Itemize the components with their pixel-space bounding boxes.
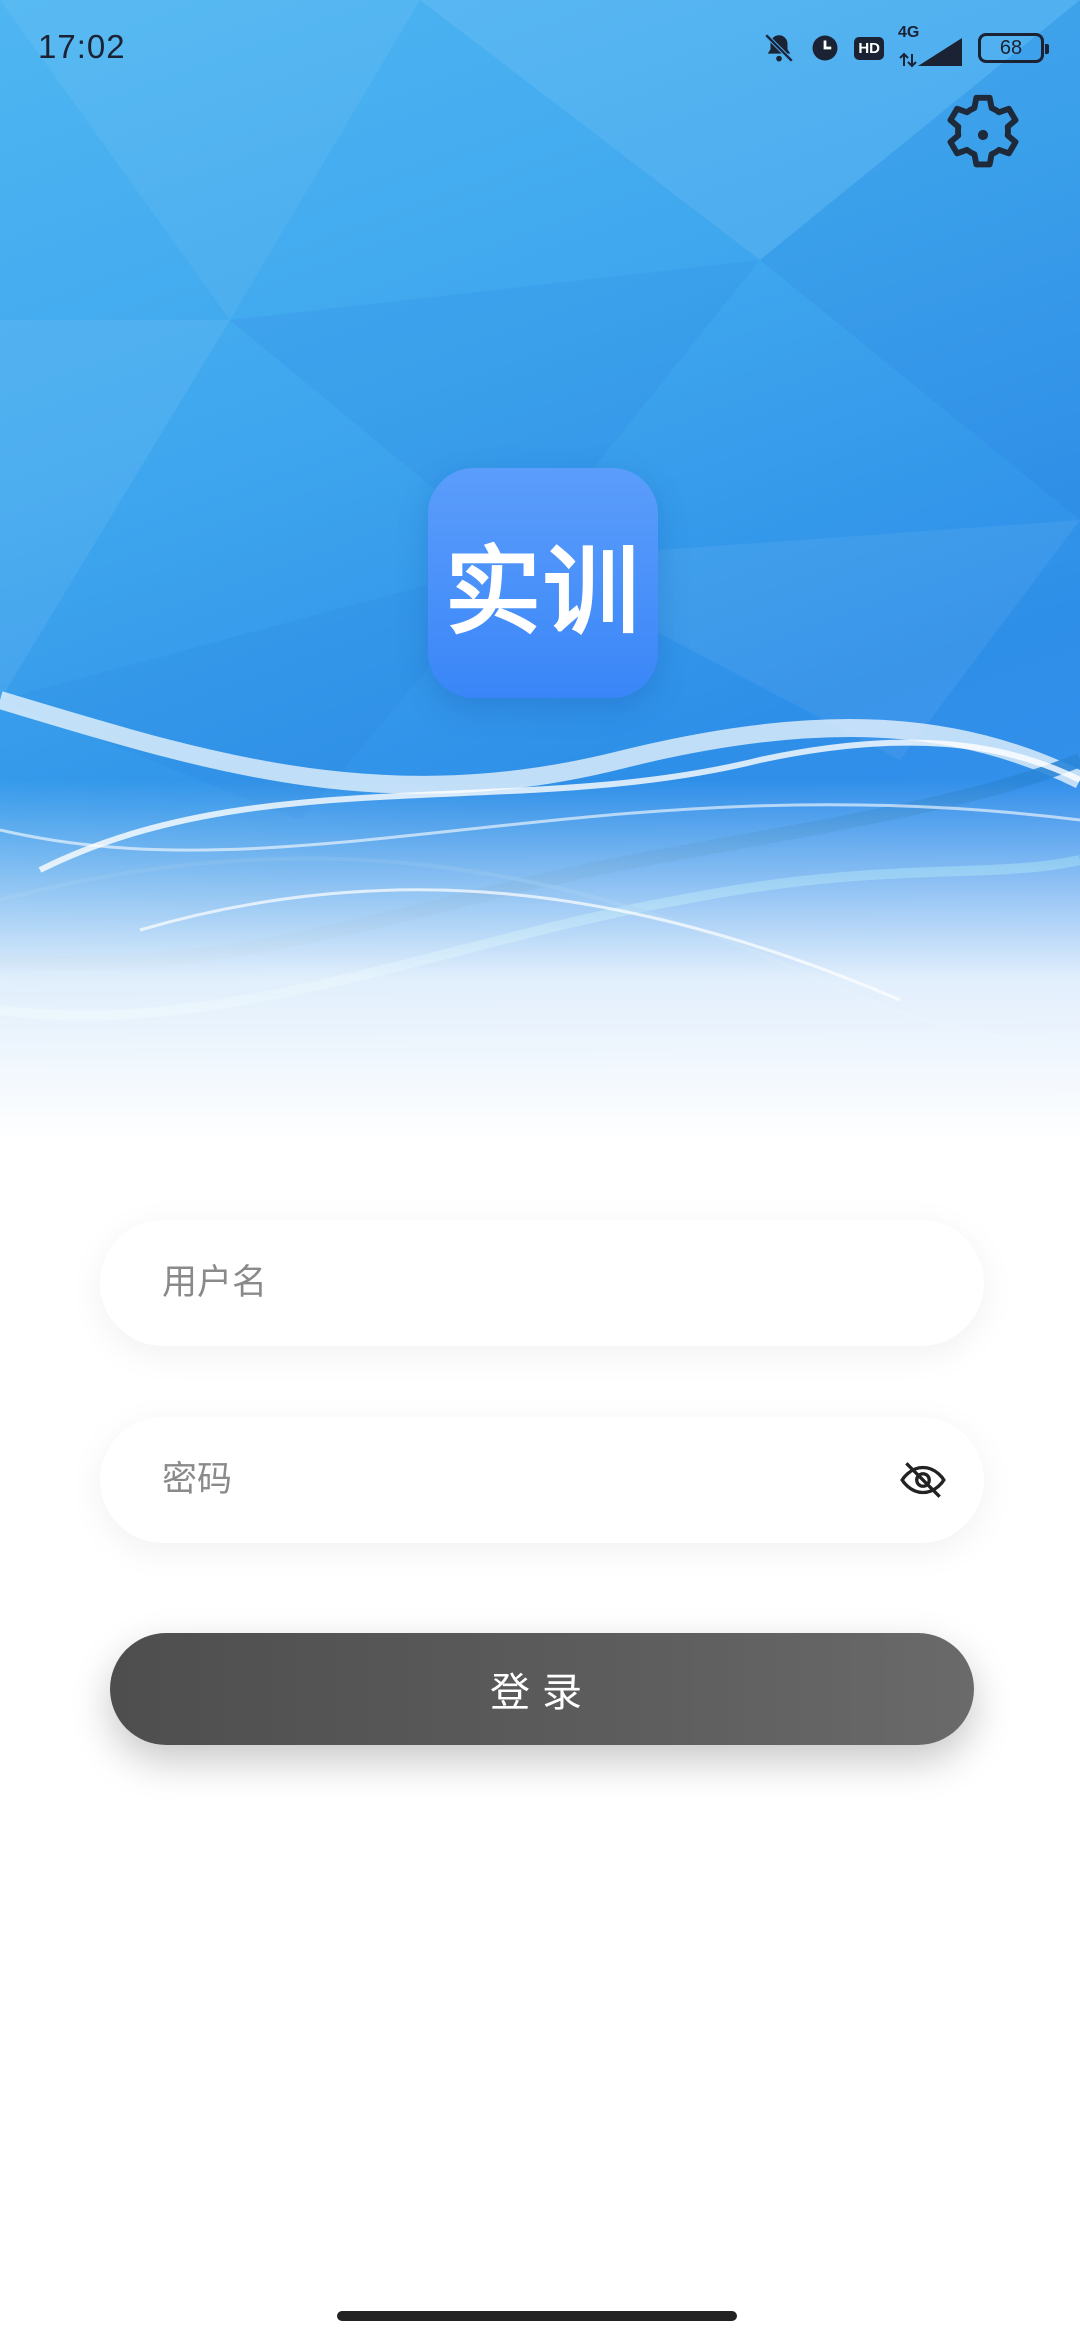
username-input[interactable] (162, 1220, 882, 1346)
hero-fade (0, 780, 1080, 1140)
signal-icon: 4G (898, 24, 964, 68)
status-icons: HD 4G 68 (762, 24, 1049, 70)
app-logo: 实训 (428, 468, 658, 698)
home-indicator[interactable] (337, 2311, 737, 2321)
password-input[interactable] (162, 1417, 882, 1543)
battery-icon: 68 (978, 33, 1049, 63)
status-time: 17:02 (38, 28, 126, 65)
login-button[interactable]: 登录 (110, 1633, 974, 1745)
username-field[interactable] (100, 1220, 984, 1346)
mute-bell-icon (765, 33, 794, 63)
logo-text: 实训 (445, 534, 641, 648)
battery-level: 68 (999, 36, 1023, 59)
status-bar: 17:02 HD 4G 68 (0, 0, 1080, 100)
hd-icon: HD (854, 36, 884, 60)
clock-icon (812, 35, 838, 61)
gear-icon (947, 94, 1019, 168)
password-visibility-toggle[interactable] (898, 1455, 948, 1505)
eye-off-icon (900, 1462, 946, 1498)
settings-button[interactable] (936, 88, 1030, 182)
password-field[interactable] (100, 1417, 984, 1543)
